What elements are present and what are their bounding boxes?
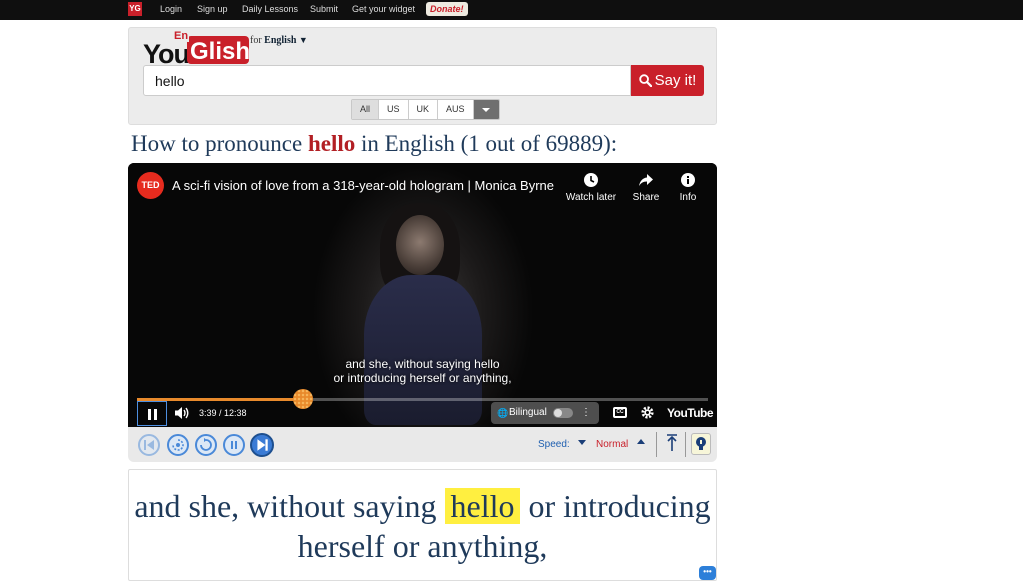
- accent-uk-button[interactable]: UK: [409, 100, 439, 119]
- skip-back-icon: [144, 440, 154, 450]
- share-icon: [639, 174, 653, 186]
- globe-icon: 🌐: [497, 408, 509, 418]
- speed-decrease-button[interactable]: [578, 440, 586, 445]
- language-value: English: [264, 35, 297, 46]
- speed-label: Speed:: [538, 439, 570, 450]
- nav-submit-link[interactable]: Submit: [310, 4, 338, 14]
- more-accents-dropdown[interactable]: [473, 100, 499, 119]
- watch-later-button[interactable]: Watch later: [561, 172, 621, 203]
- caption-highlight-word[interactable]: hello: [444, 488, 521, 524]
- nav-signup-link[interactable]: Sign up: [197, 4, 228, 14]
- accent-all-button[interactable]: All: [352, 100, 380, 119]
- nav-login-link[interactable]: Login: [160, 4, 182, 14]
- logo-glish-box: Glish: [187, 36, 251, 65]
- previous-clip-button[interactable]: [138, 434, 160, 456]
- caption-before[interactable]: and she, without saying: [134, 488, 436, 524]
- search-icon: [638, 74, 652, 88]
- search-input[interactable]: hello: [143, 65, 631, 96]
- info-button[interactable]: Info: [658, 172, 717, 203]
- toolbar-divider: [656, 432, 657, 457]
- donate-button[interactable]: Donate!: [426, 2, 468, 16]
- bilingual-switch[interactable]: [553, 408, 573, 418]
- title-suffix: in English (1 out of 69889):: [360, 131, 618, 156]
- replay-icon: [200, 438, 212, 451]
- info-icon: [681, 173, 695, 187]
- language-selector[interactable]: for English ▼: [250, 35, 308, 46]
- share-label: Share: [632, 192, 660, 203]
- bilingual-label: Bilingual: [509, 407, 547, 418]
- say-it-label: Say it!: [654, 72, 697, 89]
- subtitle-line-1: and she, without saying hello: [345, 357, 500, 371]
- nav-daily-lessons-link[interactable]: Daily Lessons: [242, 4, 298, 14]
- captions-button[interactable]: CC: [613, 407, 627, 418]
- pause-button[interactable]: [137, 401, 167, 426]
- youtube-logo[interactable]: YouTube: [667, 406, 714, 420]
- next-clip-button[interactable]: [250, 433, 274, 457]
- caption-panel: and she, without saying hello or introdu…: [128, 469, 717, 581]
- subtitle-line-2: or introducing herself or anything,: [333, 371, 512, 385]
- say-it-button[interactable]: Say it!: [631, 65, 704, 96]
- info-label: Info: [679, 192, 697, 203]
- youglish-logo[interactable]: You Glish En: [143, 30, 251, 69]
- title-prefix: How to pronounce: [131, 131, 303, 156]
- progress-scrubber[interactable]: [292, 389, 313, 409]
- speed-increase-button[interactable]: [637, 439, 645, 444]
- volume-icon[interactable]: [174, 406, 189, 420]
- logo-en-text: En: [173, 30, 190, 42]
- pause-icon: [231, 441, 237, 449]
- caption-text: and she, without saying hello or introdu…: [129, 486, 716, 566]
- top-navbar: YG Login Sign up Daily Lessons Submit Ge…: [0, 0, 1023, 20]
- scroll-top-icon[interactable]: [665, 433, 679, 453]
- accent-filter: All US UK AUS: [351, 99, 500, 120]
- tip-button[interactable]: [691, 433, 711, 455]
- clock-icon: [584, 173, 598, 187]
- pause-clip-button[interactable]: [223, 434, 245, 456]
- youglish-mini-logo[interactable]: YG: [128, 2, 142, 16]
- speaker-face: [396, 215, 444, 275]
- speaker-body: [364, 275, 482, 425]
- slow-replay-button[interactable]: [167, 434, 189, 456]
- chat-icon[interactable]: •••: [699, 566, 716, 580]
- more-options-icon[interactable]: ⋮: [581, 402, 591, 424]
- turtle-replay-icon: [172, 439, 184, 451]
- search-panel: You Glish En for English ▼ hello Say it!…: [128, 27, 717, 125]
- title-keyword: hello: [307, 131, 356, 156]
- skip-forward-icon: [257, 439, 268, 451]
- for-label: for: [250, 35, 262, 46]
- accent-aus-button[interactable]: AUS: [438, 100, 474, 119]
- time-display: 3:39 / 12:38: [199, 408, 247, 418]
- video-player: TED A sci-fi vision of love from a 318-y…: [128, 163, 717, 462]
- bilingual-toggle[interactable]: 🌐 Bilingual ⋮: [491, 402, 599, 424]
- toolbar-divider: [685, 432, 686, 457]
- channel-logo[interactable]: TED: [137, 172, 164, 199]
- progress-bar[interactable]: [137, 389, 708, 409]
- logo-glish-text: Glish: [190, 38, 251, 65]
- watch-later-label: Watch later: [565, 192, 617, 203]
- page-title: How to pronounce hello in English (1 out…: [131, 131, 617, 157]
- chevron-down-icon: ▼: [298, 35, 308, 45]
- replay-button[interactable]: [195, 434, 217, 456]
- video-title[interactable]: A sci-fi vision of love from a 318-year-…: [172, 178, 554, 193]
- video-frame[interactable]: TED A sci-fi vision of love from a 318-y…: [128, 163, 717, 427]
- speed-value: Normal: [596, 439, 629, 450]
- player-toolbar: Speed: Normal: [128, 427, 717, 462]
- nav-widget-link[interactable]: Get your widget: [352, 4, 415, 14]
- gear-icon[interactable]: [640, 405, 655, 420]
- video-subtitles: and she, without saying hello or introdu…: [128, 357, 717, 385]
- accent-us-button[interactable]: US: [379, 100, 409, 119]
- lightbulb-icon: [696, 437, 706, 450]
